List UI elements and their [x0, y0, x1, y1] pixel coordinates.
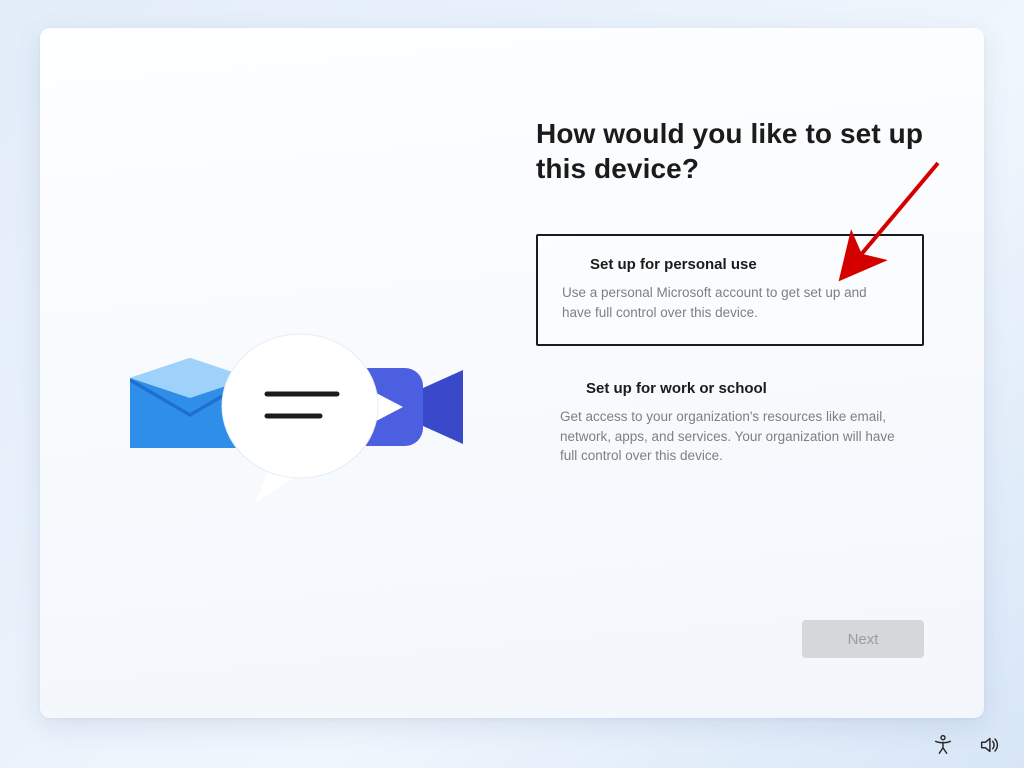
- option-work-title: Set up for work or school: [560, 380, 900, 397]
- setup-card: How would you like to set up this device…: [40, 28, 984, 718]
- accessibility-icon: [932, 734, 954, 756]
- page-title: How would you like to set up this device…: [536, 116, 924, 186]
- option-personal-title: Set up for personal use: [562, 256, 898, 273]
- option-work-school[interactable]: Set up for work or school Get access to …: [536, 360, 924, 488]
- volume-button[interactable]: [976, 732, 1002, 758]
- setup-illustration-icon: [130, 328, 470, 528]
- next-button[interactable]: Next: [802, 620, 924, 658]
- option-personal-desc: Use a personal Microsoft account to get …: [562, 283, 898, 322]
- content-pane: How would you like to set up this device…: [512, 28, 984, 718]
- accessibility-button[interactable]: [930, 732, 956, 758]
- footer-actions: Next: [536, 620, 924, 688]
- option-personal-use[interactable]: Set up for personal use Use a personal M…: [536, 234, 924, 346]
- volume-icon: [978, 734, 1000, 756]
- system-tray: [930, 732, 1002, 758]
- illustration-pane: [40, 28, 512, 718]
- option-work-desc: Get access to your organization's resour…: [560, 407, 900, 466]
